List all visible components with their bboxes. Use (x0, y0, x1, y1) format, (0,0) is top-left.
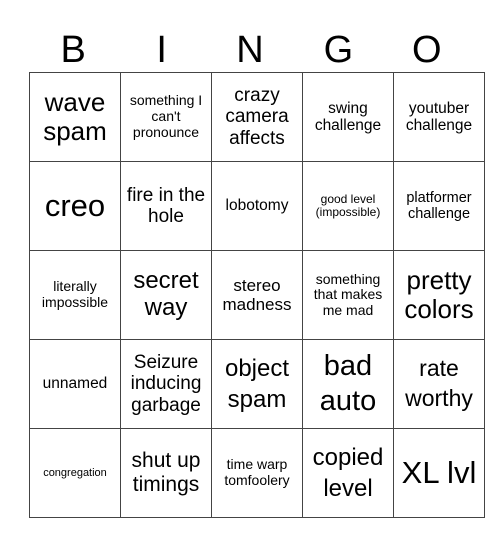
header-letter-n: N (236, 29, 264, 71)
board-row: congregation shut up timings time warp t… (29, 428, 485, 518)
bingo-cell[interactable]: lobotomy (211, 161, 303, 251)
header-letter-i: I (156, 29, 167, 71)
bingo-cell[interactable]: something I can't pronounce (120, 72, 212, 162)
board-row: literally impossible secret way stereo m… (29, 250, 485, 340)
board-row: creo fire in the hole lobotomy good leve… (29, 161, 485, 251)
bingo-cell[interactable]: time warp tomfoolery (211, 428, 303, 518)
bingo-cell[interactable]: something that makes me mad (302, 250, 394, 340)
board-row: unnamed Seizure inducing garbage object … (29, 339, 485, 429)
bingo-cell[interactable]: youtuber challenge (393, 72, 485, 162)
bingo-cell[interactable]: XL lvl (393, 428, 485, 518)
bingo-cell[interactable]: unnamed (29, 339, 121, 429)
header-letter-o: O (412, 29, 442, 71)
bingo-header: B I N G O (29, 28, 471, 72)
bingo-cell[interactable]: copied level (302, 428, 394, 518)
bingo-board: wave spam something I can't pronounce cr… (29, 72, 485, 518)
bingo-cell[interactable]: crazy camera affects (211, 72, 303, 162)
bingo-cell[interactable]: swing challenge (302, 72, 394, 162)
header-letter-g: G (323, 29, 354, 71)
bingo-cell[interactable]: pretty colors (393, 250, 485, 340)
bingo-cell[interactable]: Seizure inducing garbage (120, 339, 212, 429)
bingo-cell[interactable]: rate worthy (393, 339, 485, 429)
bingo-cell[interactable]: fire in the hole (120, 161, 212, 251)
board-row: wave spam something I can't pronounce cr… (29, 72, 485, 162)
bingo-cell[interactable]: creo (29, 161, 121, 251)
bingo-cell[interactable]: literally impossible (29, 250, 121, 340)
bingo-cell[interactable]: shut up timings (120, 428, 212, 518)
bingo-cell[interactable]: good level (impossible) (302, 161, 394, 251)
header-letter-b: B (60, 29, 86, 71)
bingo-cell[interactable]: wave spam (29, 72, 121, 162)
bingo-cell[interactable]: object spam (211, 339, 303, 429)
bingo-cell[interactable]: bad auto (302, 339, 394, 429)
bingo-cell[interactable]: congregation (29, 428, 121, 518)
bingo-cell[interactable]: platformer challenge (393, 161, 485, 251)
bingo-cell[interactable]: stereo madness (211, 250, 303, 340)
bingo-cell[interactable]: secret way (120, 250, 212, 340)
